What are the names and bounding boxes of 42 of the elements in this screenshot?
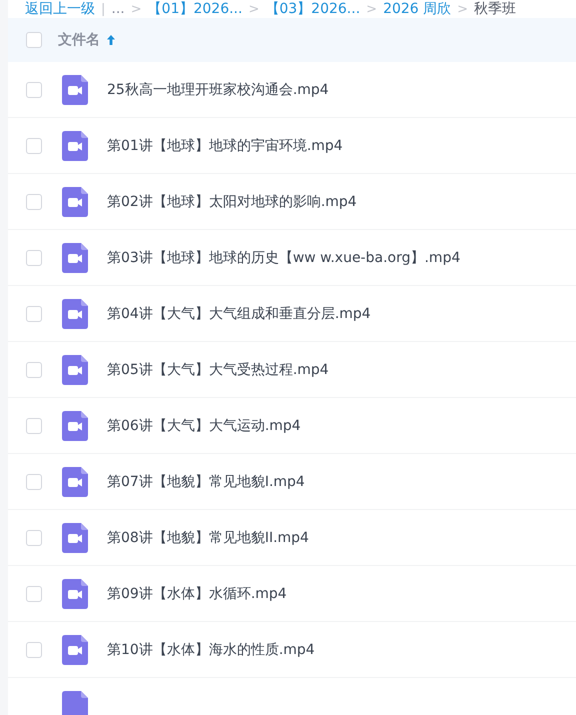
row-checkbox[interactable]: [26, 362, 42, 378]
video-file-icon: [62, 690, 88, 715]
file-name[interactable]: 第02讲【地球】太阳对地球的影响.mp4: [107, 192, 357, 210]
row-checkbox[interactable]: [26, 474, 42, 490]
row-checkbox[interactable]: [26, 642, 42, 658]
video-file-icon: [62, 410, 88, 440]
video-file-icon: [62, 74, 88, 104]
file-name[interactable]: 第08讲【地貌】常见地貌II.mp4: [107, 528, 309, 546]
file-name[interactable]: 第03讲【地球】地球的历史【ww w.xue-ba.org】.mp4: [107, 248, 460, 266]
row-checkbox[interactable]: [26, 530, 42, 546]
video-file-icon: [62, 186, 88, 216]
row-checkbox[interactable]: [26, 82, 42, 98]
video-file-icon: [62, 298, 88, 328]
current-folder: 秋季班: [474, 0, 516, 18]
row-checkbox[interactable]: [26, 194, 42, 210]
video-file-icon: [62, 130, 88, 160]
crumb-separator: >: [457, 2, 468, 16]
crumb-separator: >: [366, 2, 378, 16]
row-checkbox[interactable]: [26, 138, 42, 154]
crumb-separator: >: [248, 2, 260, 16]
file-name[interactable]: 第10讲【水体】海水的性质.mp4: [107, 640, 315, 658]
video-file-icon: [62, 634, 88, 664]
crumb-divider: |: [101, 2, 106, 16]
select-all-checkbox[interactable]: [26, 32, 42, 48]
row-checkbox[interactable]: [26, 250, 42, 266]
crumb-separator: >: [130, 2, 142, 16]
file-name[interactable]: 第05讲【大气】大气受热过程.mp4: [107, 360, 329, 378]
video-file-icon: [62, 466, 88, 496]
file-name[interactable]: 第01讲【地球】地球的宇宙环境.mp4: [107, 136, 343, 154]
file-name[interactable]: 第06讲【大气】大气运动.mp4: [107, 416, 301, 434]
video-file-icon: [62, 578, 88, 608]
video-file-icon: [62, 242, 88, 272]
file-name[interactable]: 第09讲【水体】水循环.mp4: [107, 584, 287, 602]
row-checkbox[interactable]: [26, 306, 42, 322]
video-file-icon: [62, 522, 88, 552]
file-name[interactable]: 25秋高一地理开班家校沟通会.mp4: [107, 80, 329, 98]
row-checkbox[interactable]: [26, 586, 42, 602]
file-name[interactable]: 第07讲【地貌】常见地貌I.mp4: [107, 472, 305, 490]
row-checkbox[interactable]: [26, 418, 42, 434]
sort-arrow-icon[interactable]: [106, 34, 116, 46]
video-file-icon: [62, 354, 88, 384]
file-name[interactable]: 第04讲【大气】大气组成和垂直分层.mp4: [107, 304, 371, 322]
